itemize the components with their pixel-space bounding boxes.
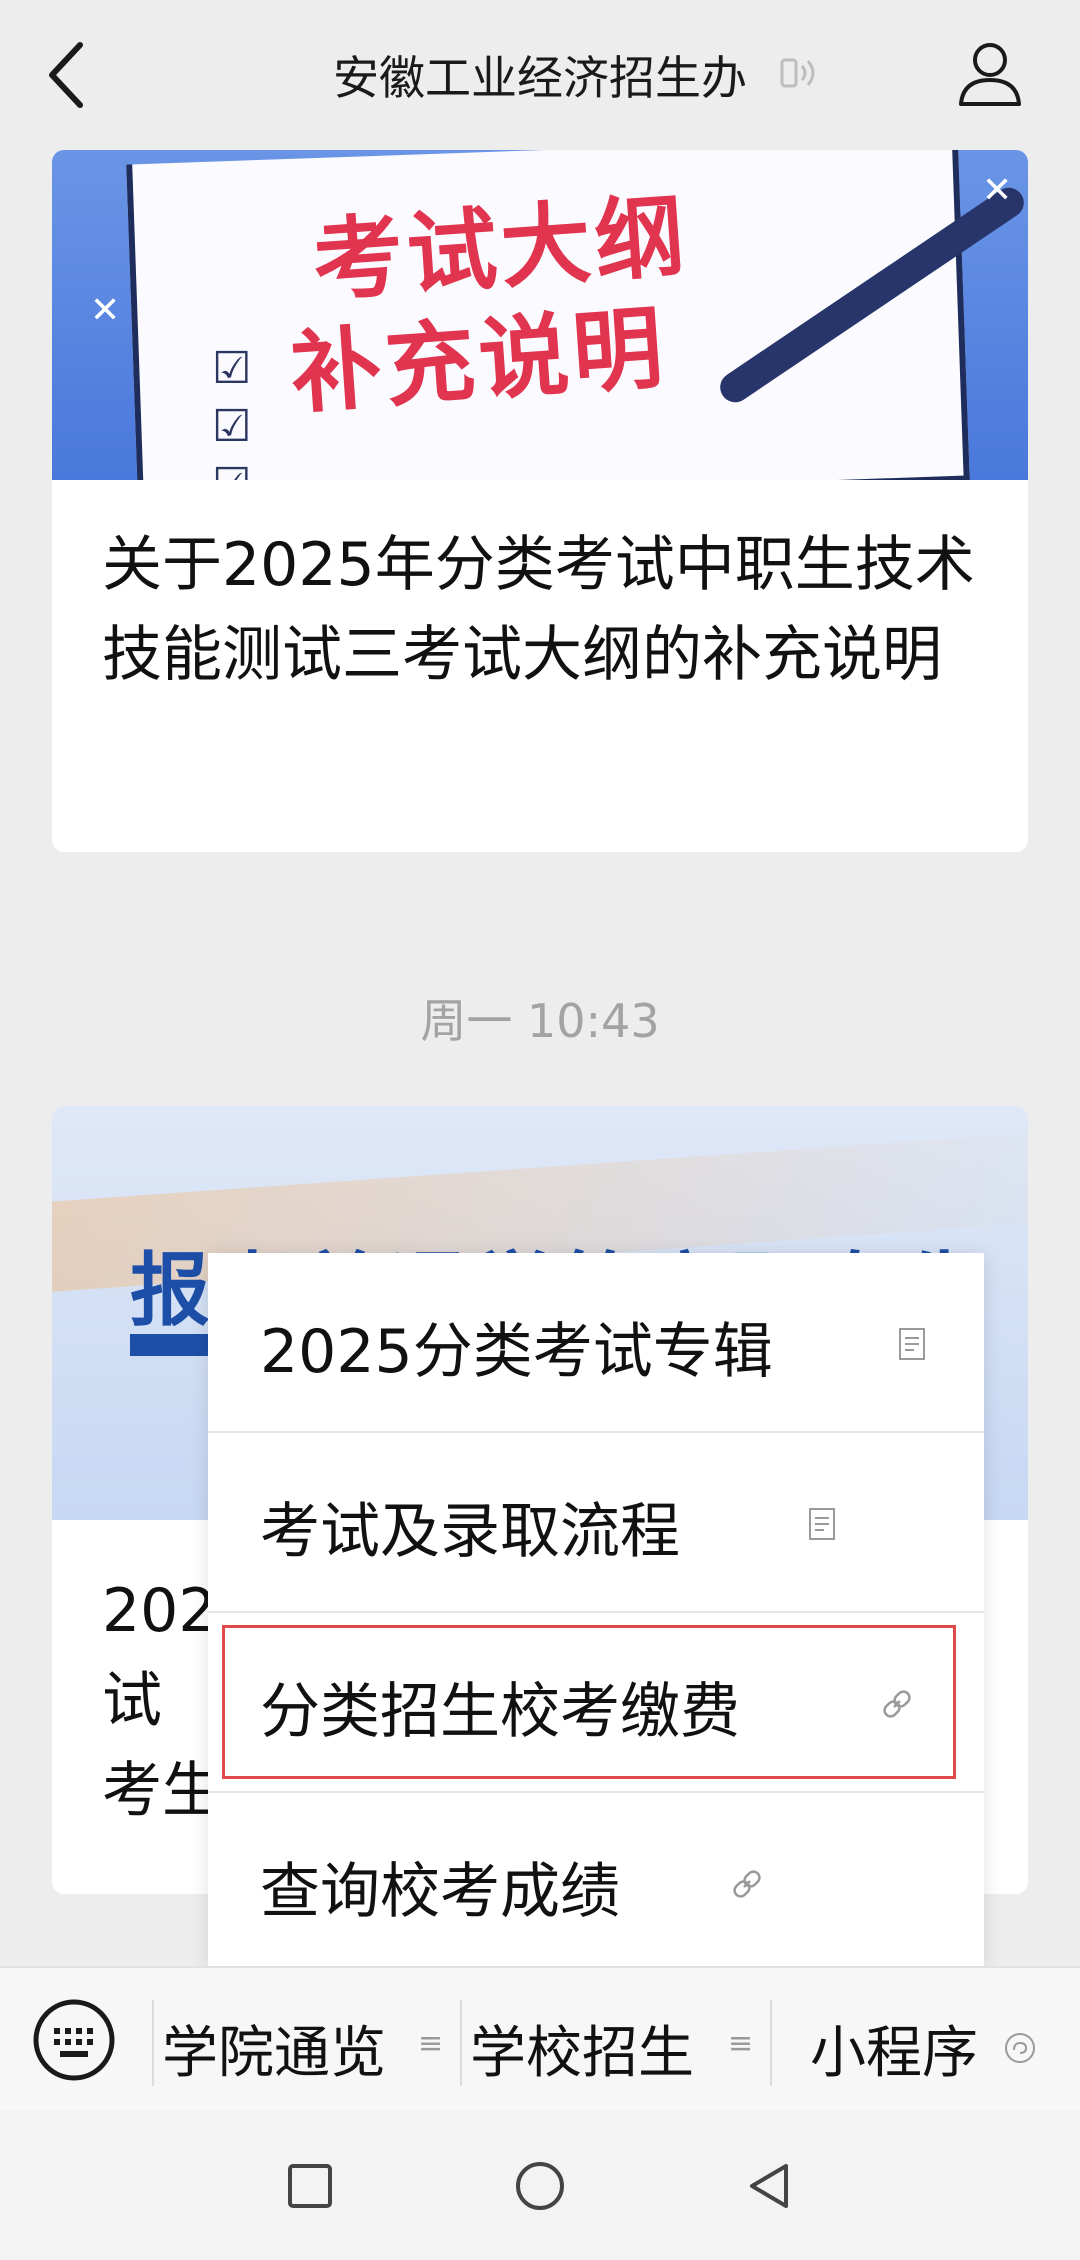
menu-list-icon: ≡ bbox=[728, 2026, 754, 2061]
profile-icon[interactable] bbox=[955, 38, 1025, 108]
bottom-menu-bar: 学院通览 ≡ 学校招生 ≡ 小程序 bbox=[0, 1966, 1080, 2112]
menu-item-label: 考试及录取流程 bbox=[260, 1497, 680, 1567]
system-nav-bar bbox=[0, 2110, 1080, 2260]
back-nav-icon[interactable] bbox=[744, 2160, 796, 2212]
home-icon[interactable] bbox=[514, 2160, 566, 2212]
highlight-box bbox=[222, 1625, 956, 1779]
menu-item-score-query[interactable]: 查询校考成绩 bbox=[208, 1793, 984, 1971]
keyboard-icon[interactable] bbox=[32, 1998, 116, 2082]
menu-separator bbox=[770, 2000, 772, 2086]
bottom-menu-label: 小程序 bbox=[810, 2021, 978, 2086]
close-decor-icon: ✕ bbox=[90, 290, 121, 331]
account-title-text: 安徽工业经济招生办 bbox=[333, 51, 747, 105]
menu-item-exam-album[interactable]: 2025分类考试专辑 bbox=[208, 1253, 984, 1431]
recent-apps-icon[interactable] bbox=[284, 2160, 336, 2212]
link-icon bbox=[733, 1870, 761, 1898]
article-banner-1: 考试大纲 补充说明 ☑☑☑ ✕ ✕ bbox=[52, 150, 1028, 480]
menu-item-admission-process[interactable]: 考试及录取流程 bbox=[208, 1433, 984, 1611]
submenu-popup: 2025分类考试专辑 考试及录取流程 分类招生校考缴费 查询校考成绩 bbox=[208, 1253, 984, 1966]
menu-item-label: 2025分类考试专辑 bbox=[260, 1317, 773, 1387]
menu-list-icon: ≡ bbox=[418, 2026, 444, 2061]
article-icon bbox=[809, 1508, 835, 1540]
account-title: 安徽工业经济招生办 bbox=[0, 42, 1080, 108]
article-title-1: 关于2025年分类考试中职生技术技能测试三考试大纲的补充说明 bbox=[102, 530, 975, 690]
bottom-menu-label: 学校招生 bbox=[470, 2021, 694, 2086]
menu-separator bbox=[460, 2000, 462, 2086]
chat-header: 安徽工业经济招生办 bbox=[0, 0, 1080, 150]
menu-item-label: 查询校考成绩 bbox=[260, 1857, 620, 1927]
article-icon bbox=[899, 1328, 925, 1360]
article-card-1[interactable]: 考试大纲 补充说明 ☑☑☑ ✕ ✕ 关于2025年分类考试中职生技术技能测试三考… bbox=[52, 150, 1028, 852]
close-decor-icon: ✕ bbox=[982, 170, 1013, 211]
voice-icon bbox=[780, 58, 815, 88]
mini-program-icon bbox=[1005, 2033, 1035, 2063]
message-timestamp: 周一 10:43 bbox=[420, 994, 660, 1048]
checkbox-icons: ☑☑☑ bbox=[212, 343, 252, 480]
bottom-menu-label: 学院通览 bbox=[162, 2021, 386, 2086]
menu-separator bbox=[152, 2000, 154, 2086]
